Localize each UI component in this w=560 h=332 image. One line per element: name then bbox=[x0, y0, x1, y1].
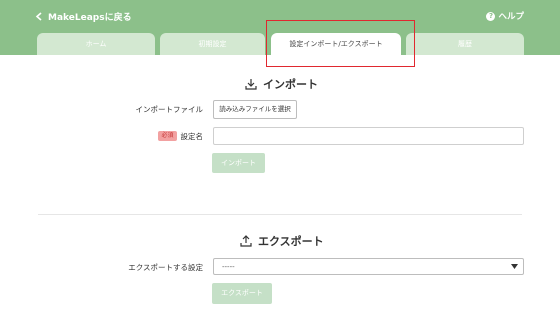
import-title-text: インポート bbox=[263, 78, 318, 91]
download-icon bbox=[245, 79, 257, 90]
export-title-text: エクスポート bbox=[258, 235, 324, 248]
import-file-label-text: インポートファイル bbox=[135, 104, 204, 114]
tab-home-label: ホーム bbox=[85, 40, 107, 48]
select-file-button[interactable]: 読み込みファイルを選択 bbox=[213, 100, 297, 119]
back-to-makeleaps-link[interactable]: MakeLeapsに戻る bbox=[35, 8, 132, 24]
export-section-title: エクスポート bbox=[240, 233, 324, 249]
import-section-title: インポート bbox=[245, 76, 318, 92]
back-link-label: MakeLeapsに戻る bbox=[48, 12, 132, 23]
export-setting-selected-value: ----- bbox=[222, 262, 235, 271]
tab-import-export[interactable]: 設定インポート/エクスポート bbox=[271, 33, 401, 55]
tab-initial-settings[interactable]: 初期設定 bbox=[160, 33, 265, 55]
help-link[interactable]: ? ヘルプ bbox=[486, 8, 524, 24]
help-link-label: ヘルプ bbox=[498, 12, 524, 22]
question-circle-icon: ? bbox=[486, 11, 496, 21]
export-setting-label-text: エクスポートする設定 bbox=[128, 262, 203, 272]
setting-name-label-text: 設定名 bbox=[180, 131, 204, 141]
import-button[interactable]: インポート bbox=[212, 153, 265, 173]
import-file-label: インポートファイル bbox=[100, 102, 204, 116]
chevron-left-icon bbox=[35, 11, 42, 21]
export-setting-label: エクスポートする設定 bbox=[100, 260, 203, 274]
required-badge: 必須 bbox=[158, 131, 177, 141]
section-divider bbox=[38, 214, 522, 215]
tab-initial-settings-label: 初期設定 bbox=[198, 40, 227, 48]
setting-name-input[interactable] bbox=[213, 127, 524, 145]
upload-icon bbox=[240, 235, 252, 247]
setting-name-label: 必須 設定名 bbox=[100, 130, 203, 142]
tab-history[interactable]: 履歴 bbox=[406, 33, 524, 55]
tab-import-export-label: 設定インポート/エクスポート bbox=[289, 40, 383, 48]
caret-down-icon bbox=[511, 264, 518, 269]
export-setting-select[interactable]: ----- bbox=[213, 258, 524, 275]
tab-home[interactable]: ホーム bbox=[37, 33, 155, 55]
export-button[interactable]: エクスポート bbox=[212, 283, 272, 304]
tab-history-label: 履歴 bbox=[458, 40, 472, 48]
